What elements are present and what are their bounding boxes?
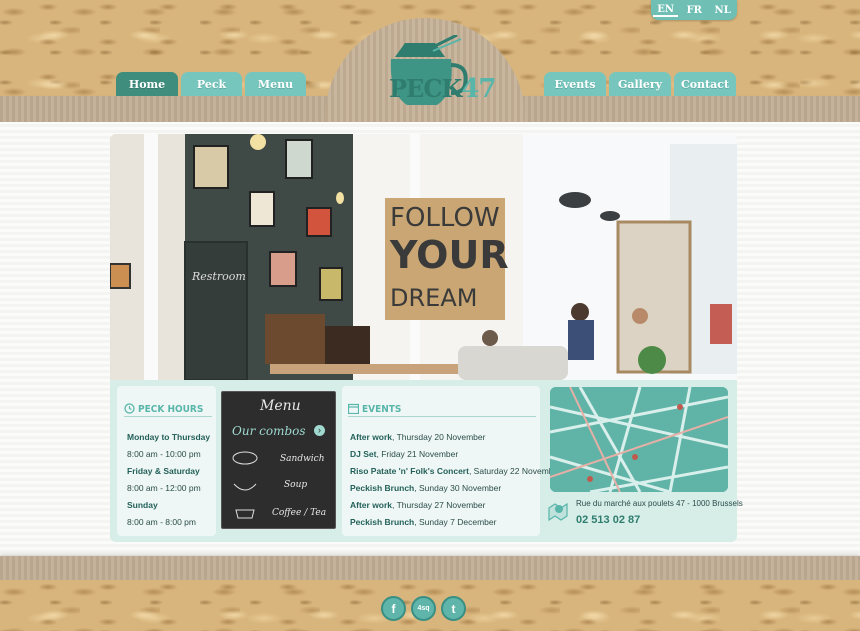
map-streets — [550, 387, 728, 492]
hero-sign-line3: DREAM — [390, 284, 477, 312]
event-item[interactable]: Peckish Brunch, Sunday 30 November — [350, 483, 501, 493]
chalk-item-2: Soup — [284, 480, 308, 490]
address-text: Rue du marché aux poulets 47 - 1000 Brus… — [576, 499, 743, 508]
hours-day-1: Monday to Thursday — [127, 432, 211, 442]
combos-chalkboard[interactable]: Menu Our combos › Sandwich Soup Coffee /… — [221, 391, 336, 529]
nav-gallery[interactable]: Gallery — [609, 72, 671, 96]
chalk-item-1: Sandwich — [280, 454, 325, 464]
hours-time-2: 8:00 am - 12:00 pm — [127, 483, 201, 493]
hero-sign-line1: FOLLOW — [390, 203, 500, 233]
language-switcher: EN FR NL — [651, 0, 737, 20]
hours-day-2: Friday & Saturday — [127, 466, 200, 476]
event-name: Peckish Brunch — [350, 517, 415, 527]
lang-nl[interactable]: NL — [711, 5, 735, 16]
hours-title: PECK HOURS — [138, 404, 204, 415]
foursquare-icon[interactable]: 4sq — [411, 596, 436, 621]
chalk-item-3: Coffee / Tea — [272, 508, 327, 518]
nav-peck[interactable]: Peck — [181, 72, 242, 96]
event-name: DJ Set — [350, 449, 377, 459]
hours-time-1: 8:00 am - 10:00 pm — [127, 449, 201, 459]
event-date: , Sunday 7 December — [414, 517, 497, 527]
lang-fr[interactable]: FR — [683, 5, 706, 16]
chalk-menu-title: Menu — [260, 398, 301, 414]
event-item[interactable]: After work, Thursday 20 November — [350, 432, 485, 442]
chevron-right-icon[interactable]: › — [314, 425, 325, 436]
nav-contact[interactable]: Contact — [674, 72, 736, 96]
footer-strip — [0, 556, 860, 582]
event-name: Peckish Brunch — [350, 483, 415, 493]
hours-time-3: 8:00 am - 8:00 pm — [127, 517, 196, 527]
hours-divider — [124, 416, 212, 417]
events-divider — [348, 416, 536, 417]
lang-en[interactable]: EN — [653, 4, 679, 17]
twitter-icon[interactable]: t — [441, 596, 466, 621]
hours-day-3: Sunday — [127, 500, 158, 510]
event-name: Riso Patate 'n' Folk's Concert — [350, 466, 469, 476]
logo-word: PECK — [389, 74, 462, 103]
location-map[interactable] — [550, 387, 728, 492]
event-item[interactable]: After work, Thursday 27 November — [350, 500, 485, 510]
food-sketch-icon — [232, 451, 258, 519]
event-date: , Friday 21 November — [376, 449, 459, 459]
logo-text: PECK47 — [389, 74, 497, 104]
facebook-icon[interactable]: f — [381, 596, 406, 621]
cafe-interior-illustration: FOLLOW YOUR DREAM Restroom — [110, 134, 737, 380]
event-date: , Thursday 27 November — [392, 500, 486, 510]
event-item[interactable]: Riso Patate 'n' Folk's Concert, Saturday… — [350, 466, 561, 476]
events-title: EVENTS — [362, 404, 402, 415]
hero-photo: FOLLOW YOUR DREAM Restroom — [110, 134, 737, 380]
event-date: , Thursday 20 November — [392, 432, 486, 442]
event-name: After work — [350, 500, 393, 510]
logo-number: 47 — [461, 74, 496, 104]
chalk-combos-heading: Our combos — [232, 424, 306, 438]
event-date: , Sunday 30 November — [414, 483, 502, 493]
event-date: , Saturday 22 November — [468, 466, 562, 476]
restroom-door-label: Restroom — [191, 270, 246, 283]
clock-icon — [124, 403, 135, 414]
nav-events[interactable]: Events — [544, 72, 606, 96]
event-item[interactable]: Peckish Brunch, Sunday 7 December — [350, 517, 496, 527]
calendar-icon — [348, 403, 359, 414]
nav-menu[interactable]: Menu — [245, 72, 306, 96]
event-name: After work — [350, 432, 393, 442]
phone-number[interactable]: 02 513 02 87 — [576, 514, 640, 526]
hero-sign-line2: YOUR — [389, 233, 509, 277]
nav-home[interactable]: Home — [116, 72, 178, 96]
event-item[interactable]: DJ Set, Friday 21 November — [350, 449, 458, 459]
map-pin-icon — [548, 502, 568, 522]
